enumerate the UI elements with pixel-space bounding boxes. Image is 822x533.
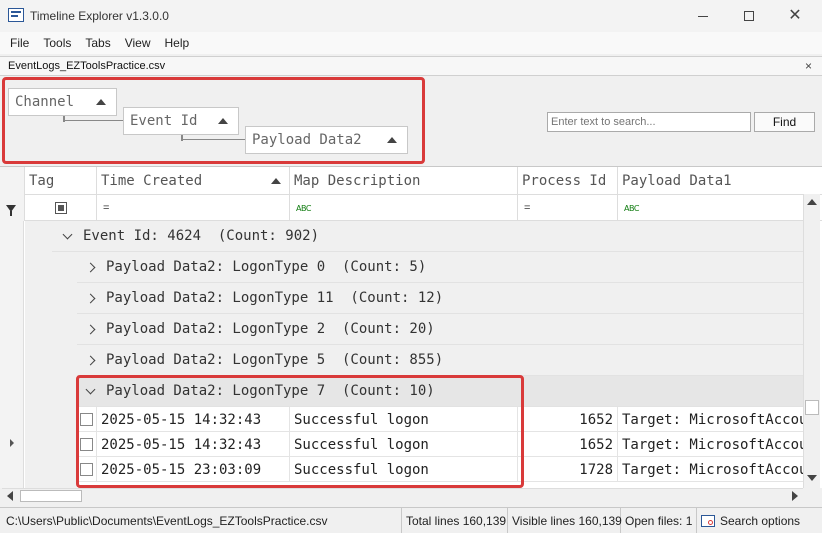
search-options-icon bbox=[701, 515, 715, 527]
status-total-lines: Total lines 160,139 bbox=[402, 508, 508, 533]
filter-cell[interactable]: = bbox=[518, 195, 618, 221]
equals-operator: = bbox=[103, 202, 110, 214]
search-options-button[interactable]: Search options bbox=[697, 508, 822, 533]
chevron-right-icon bbox=[85, 262, 96, 272]
minimize-button[interactable] bbox=[680, 0, 726, 32]
menu-file[interactable]: File bbox=[3, 36, 36, 50]
menu-tabs[interactable]: Tabs bbox=[78, 36, 117, 50]
filter-row: = ABC = ABC bbox=[0, 195, 822, 221]
cell-payload-data1: Target: MicrosoftAccount\ bbox=[622, 461, 803, 478]
group-row-label: Payload Data2: LogonType 5 (Count: 855) bbox=[106, 352, 444, 368]
group-row-label: Event Id: 4624 (Count: 902) bbox=[83, 228, 320, 244]
status-open-files: Open files: 1 bbox=[621, 508, 697, 533]
close-window-button[interactable]: ✕ bbox=[772, 0, 818, 32]
header-label: Process Id bbox=[522, 173, 607, 189]
header-label: Time Created bbox=[101, 173, 203, 189]
scroll-up-icon[interactable] bbox=[807, 199, 817, 205]
highlight-group-panel bbox=[2, 77, 425, 164]
cell-process-id: 1652 bbox=[518, 432, 618, 457]
menu-help[interactable]: Help bbox=[158, 36, 197, 50]
scroll-down-icon[interactable] bbox=[807, 475, 817, 481]
vertical-scroll-thumb[interactable] bbox=[805, 400, 819, 415]
status-visible-lines: Visible lines 160,139 bbox=[508, 508, 622, 533]
horizontal-scrollbar[interactable] bbox=[2, 488, 803, 504]
menu-view[interactable]: View bbox=[118, 36, 158, 50]
row-indicator-column bbox=[0, 221, 24, 488]
filter-cell[interactable] bbox=[25, 195, 97, 221]
header-payload-data1[interactable]: Payload Data1 bbox=[618, 167, 822, 195]
horizontal-scroll-thumb[interactable] bbox=[20, 490, 82, 502]
scroll-right-icon[interactable] bbox=[792, 491, 798, 501]
status-bar: C:\Users\Public\Documents\EventLogs_EZTo… bbox=[0, 507, 822, 533]
contains-operator-icon: ABC bbox=[296, 203, 311, 213]
chevron-down-icon bbox=[62, 229, 73, 239]
cell-payload-data1: Target: MicrosoftAccount\ bbox=[622, 436, 803, 453]
minimize-icon bbox=[698, 15, 708, 17]
header-process-id[interactable]: Process Id bbox=[518, 167, 618, 195]
filter-cell[interactable] bbox=[0, 195, 25, 221]
grid-header: Tag Time Created Map Description Process… bbox=[0, 167, 822, 195]
header-time-created[interactable]: Time Created bbox=[97, 167, 290, 195]
group-indent bbox=[25, 221, 52, 488]
cell-process-id: 1728 bbox=[518, 457, 618, 482]
header-label: Map Description bbox=[294, 173, 421, 189]
header-tag[interactable]: Tag bbox=[25, 167, 97, 195]
menu-tools[interactable]: Tools bbox=[36, 36, 78, 50]
filter-icon bbox=[6, 204, 16, 216]
search-input[interactable] bbox=[547, 112, 751, 132]
group-row-label: Payload Data2: LogonType 11 (Count: 12) bbox=[106, 290, 444, 306]
filter-cell[interactable]: = bbox=[97, 195, 290, 221]
group-row[interactable]: Payload Data2: LogonType 2 (Count: 20) bbox=[77, 314, 803, 345]
group-row[interactable]: Payload Data2: LogonType 5 (Count: 855) bbox=[77, 345, 803, 376]
contains-operator-icon: ABC bbox=[624, 203, 639, 213]
cell-process-id: 1652 bbox=[518, 407, 618, 432]
status-file-path: C:\Users\Public\Documents\EventLogs_EZTo… bbox=[2, 508, 402, 533]
current-row-arrow-icon bbox=[10, 439, 14, 447]
window-title: Timeline Explorer v1.3.0.0 bbox=[30, 9, 169, 23]
group-row-label: Payload Data2: LogonType 0 (Count: 5) bbox=[106, 259, 427, 275]
search-options-label: Search options bbox=[720, 514, 801, 528]
chevron-right-icon bbox=[85, 324, 96, 334]
highlight-logontype7-group bbox=[76, 375, 524, 488]
group-row[interactable]: Payload Data2: LogonType 11 (Count: 12) bbox=[77, 283, 803, 314]
group-indent bbox=[52, 252, 77, 488]
cell-payload-data1: Target: MicrosoftAccount\ bbox=[622, 411, 803, 428]
equals-operator: = bbox=[524, 202, 531, 214]
file-tab-strip: EventLogs_EZToolsPractice.csv × bbox=[0, 56, 822, 76]
group-row-label: Payload Data2: LogonType 2 (Count: 20) bbox=[106, 321, 435, 337]
close-icon: ✕ bbox=[788, 7, 802, 24]
title-bar: Timeline Explorer v1.3.0.0 ✕ bbox=[0, 0, 822, 32]
chevron-right-icon bbox=[85, 355, 96, 365]
header-label: Payload Data1 bbox=[622, 173, 732, 189]
chevron-right-icon bbox=[85, 293, 96, 303]
scroll-left-icon[interactable] bbox=[7, 491, 13, 501]
maximize-icon bbox=[744, 11, 754, 21]
header-map-description[interactable]: Map Description bbox=[290, 167, 518, 195]
header-label: Tag bbox=[29, 173, 55, 189]
group-row[interactable]: Payload Data2: LogonType 0 (Count: 5) bbox=[77, 252, 803, 283]
maximize-button[interactable] bbox=[726, 0, 772, 32]
group-row[interactable]: Event Id: 4624 (Count: 902) bbox=[52, 221, 803, 252]
filter-cell[interactable]: ABC bbox=[290, 195, 518, 221]
menu-bar: File Tools Tabs View Help bbox=[0, 32, 822, 54]
app-icon bbox=[8, 8, 24, 22]
header-row-indicator bbox=[0, 167, 25, 195]
filter-cell[interactable]: ABC bbox=[618, 195, 822, 221]
vertical-scrollbar[interactable] bbox=[803, 194, 820, 488]
tab-close-icon[interactable]: × bbox=[805, 59, 812, 73]
tab-eventlogs[interactable]: EventLogs_EZToolsPractice.csv bbox=[8, 60, 165, 72]
tag-filter-checkbox[interactable] bbox=[54, 202, 67, 214]
find-button[interactable]: Find bbox=[754, 112, 815, 132]
sort-ascending-icon bbox=[271, 178, 281, 184]
